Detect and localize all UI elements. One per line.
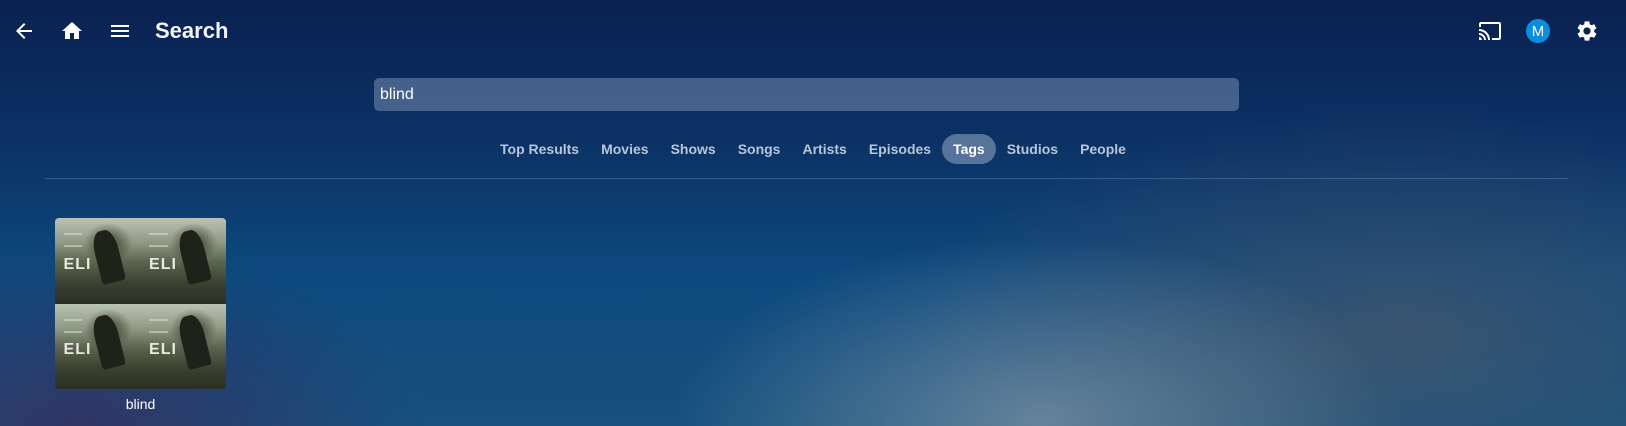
tab-artists[interactable]: Artists (791, 134, 857, 164)
settings-button[interactable] (1567, 11, 1607, 51)
poster-title: ELI (63, 341, 92, 359)
tab-people[interactable]: People (1069, 134, 1137, 164)
page-title: Search (155, 18, 229, 43)
poster-figure (175, 227, 212, 286)
divider (45, 178, 1568, 179)
tab-tags[interactable]: Tags (942, 134, 996, 164)
poster-credit-block (63, 318, 83, 333)
poster-figure (89, 313, 127, 371)
gear-icon (1577, 21, 1597, 41)
back-button[interactable] (4, 11, 44, 51)
search-category-tabs: Top Results Movies Shows Songs Artists E… (0, 133, 1626, 165)
avatar: M (1526, 19, 1550, 43)
poster-title: ELI (63, 255, 92, 273)
poster-image: ELI (55, 218, 141, 304)
tab-shows[interactable]: Shows (660, 134, 727, 164)
poster-figure (89, 227, 127, 286)
back-arrow-icon (16, 23, 32, 39)
tab-songs[interactable]: Songs (727, 134, 792, 164)
cast-icon (1479, 22, 1501, 40)
user-menu-button[interactable]: M (1518, 11, 1558, 51)
tab-studios[interactable]: Studios (996, 134, 1069, 164)
tab-top-results[interactable]: Top Results (489, 134, 590, 164)
top-bar: Search M (0, 0, 1626, 62)
tab-movies[interactable]: Movies (590, 134, 659, 164)
menu-icon (111, 25, 129, 37)
menu-button[interactable] (100, 11, 140, 51)
poster-title: ELI (149, 255, 177, 273)
result-label[interactable]: blind (55, 396, 226, 412)
poster-figure (175, 313, 212, 371)
search-input[interactable] (374, 78, 1239, 111)
tab-episodes[interactable]: Episodes (858, 134, 942, 164)
cast-button[interactable] (1470, 11, 1510, 51)
poster-credit-block (63, 233, 83, 248)
poster-image: ELI (140, 218, 226, 304)
poster-title: ELI (149, 341, 177, 359)
poster-image: ELI (55, 303, 141, 389)
home-icon (62, 22, 82, 39)
poster-credit-block (149, 318, 168, 333)
tag-thumbnail[interactable]: ELI ELI ELI ELI (55, 218, 226, 389)
result-card-tag[interactable]: ELI ELI ELI ELI blind (55, 218, 226, 412)
poster-credit-block (149, 233, 168, 248)
home-button[interactable] (52, 11, 92, 51)
poster-image: ELI (140, 303, 226, 389)
